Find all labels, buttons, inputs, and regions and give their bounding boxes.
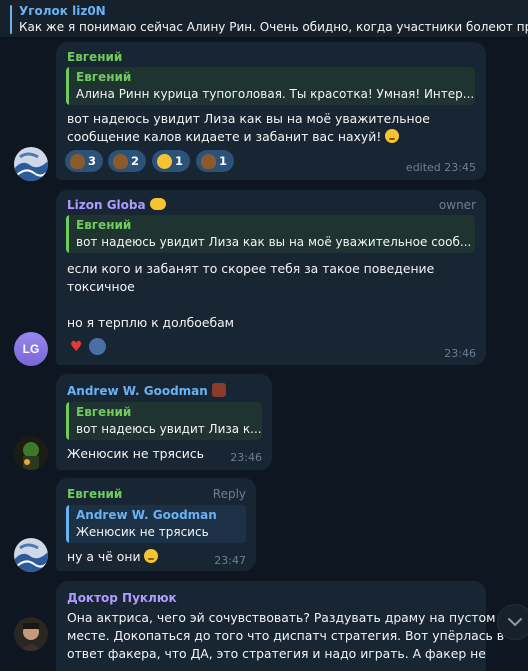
confused-face-emoji-icon	[385, 129, 400, 143]
sender-name[interactable]: Евгений	[67, 50, 122, 64]
message-bubble[interactable]: Евгений Евгений Алина Ринн курица тупого…	[56, 42, 486, 180]
sender-name[interactable]: Andrew W. Goodman	[67, 383, 226, 398]
reply-text: вот надеюсь увидит Лиза как вы на моё ув…	[76, 235, 472, 249]
avatar-lizon-globa[interactable]: LG	[14, 332, 48, 366]
poop-emoji-icon	[70, 153, 85, 169]
chevron-down-icon	[508, 618, 522, 627]
message-text: но я терплю к долбоебам	[67, 315, 235, 330]
reaction-chip[interactable]: 1	[196, 150, 235, 172]
sender-name[interactable]: Евгений	[67, 487, 122, 501]
pinned-title: Уголок liz0N	[19, 4, 106, 18]
poop-emoji-icon	[113, 153, 128, 169]
message-text: Женюсик не трясись	[67, 446, 204, 461]
message-bubble[interactable]: Lizon Globa owner Евгений вот надеюсь ув…	[56, 190, 486, 365]
sender-name-text: Lizon Globa	[67, 198, 146, 212]
avatar-andrew-goodman[interactable]	[14, 436, 48, 470]
message-text: токсичное	[67, 279, 135, 294]
reaction-count: 3	[88, 154, 97, 168]
reactor-avatar-icon[interactable]	[89, 338, 106, 355]
reply-quote[interactable]: Евгений вот надеюсь увидит Лиза как вы н…	[66, 215, 475, 253]
message-time: 23:46	[230, 451, 262, 464]
grin-emoji-icon	[157, 153, 172, 169]
message-text-line: сообщение калов кидаете и забанит вас на…	[67, 129, 382, 144]
reply-text: Женюсик не трясись	[76, 525, 209, 539]
worried-face-emoji-icon	[144, 549, 159, 563]
message-text: ответ факера, что ДА, это стратегия и на…	[67, 646, 486, 661]
reply-accent-bar	[66, 215, 69, 253]
reply-sender: Евгений	[76, 218, 132, 232]
reply-quote[interactable]: Евгений Алина Ринн курица тупоголовая. Т…	[66, 67, 475, 105]
message-text: месте. Докопаться до того что диспатч ст…	[67, 628, 505, 643]
sender-name[interactable]: Доктор Пуклюк	[67, 591, 177, 605]
message-bubble[interactable]: Доктор Пуклюк Она актриса, чего эй сочув…	[56, 581, 504, 671]
message-text: если кого и забанят то скорее тебя за та…	[67, 261, 435, 276]
pinned-accent-bar	[10, 5, 12, 34]
message-text: ну а чё они	[67, 549, 159, 564]
message-text: вот надеюсь увидит Лиза как вы на моё ув…	[67, 111, 430, 126]
message-bubble[interactable]: Евгений Reply Andrew W. Goodman Женюсик …	[56, 478, 256, 571]
message-bubble[interactable]: Andrew W. Goodman Евгений вот надеюсь ув…	[56, 374, 272, 470]
emoji-status-icon	[212, 383, 226, 397]
reaction-count: 1	[175, 154, 184, 168]
reply-accent-bar	[66, 67, 69, 105]
message-time: 23:47	[214, 554, 246, 567]
heart-reaction-icon[interactable]: ♥	[70, 339, 83, 355]
reaction-chip[interactable]: 3	[65, 150, 104, 172]
reply-sender: Евгений	[76, 405, 132, 419]
pinned-text: Как же я понимаю сейчас Алину Рин. Очень…	[19, 20, 528, 34]
avatar-evgeny[interactable]	[14, 147, 48, 181]
reply-text: вот надеюсь увидит Лиза к...	[76, 422, 262, 436]
avatar-evgeny[interactable]	[14, 538, 48, 572]
message-text: Она актриса, чего эй сочувствовать? Разд…	[67, 610, 496, 625]
reaction-count: 2	[131, 154, 140, 168]
poop-emoji-icon	[201, 153, 216, 169]
reaction-count: 1	[219, 154, 228, 168]
reply-quote[interactable]: Andrew W. Goodman Женюсик не трясись	[66, 505, 246, 543]
reaction-chip[interactable]: 2	[108, 150, 147, 172]
avatar-doktor-puklyuk[interactable]	[14, 617, 48, 651]
reply-accent-bar	[66, 402, 69, 440]
reaction-chip[interactable]: 1	[152, 150, 191, 172]
emoji-status-icon	[149, 198, 166, 210]
reply-sender: Евгений	[76, 70, 132, 84]
reply-button[interactable]: Reply	[213, 487, 246, 501]
message-time: 23:46	[444, 347, 476, 360]
reply-accent-bar	[66, 505, 69, 543]
message-time: edited 23:45	[405, 161, 476, 174]
sender-name-text: Andrew W. Goodman	[67, 384, 208, 398]
sender-name[interactable]: Lizon Globa	[67, 198, 166, 212]
pinned-message-bar[interactable]: Уголок liz0N Как же я понимаю сейчас Али…	[0, 0, 528, 38]
admin-role-badge: owner	[438, 198, 476, 212]
scroll-to-bottom-button[interactable]	[497, 604, 528, 640]
message-text-line: ну а чё они	[67, 549, 141, 564]
reply-text: Алина Ринн курица тупоголовая. Ты красот…	[76, 87, 475, 101]
message-text: сообщение калов кидаете и забанит вас на…	[67, 129, 400, 144]
reply-sender: Andrew W. Goodman	[76, 508, 217, 522]
reply-quote[interactable]: Евгений вот надеюсь увидит Лиза к...	[66, 402, 262, 440]
